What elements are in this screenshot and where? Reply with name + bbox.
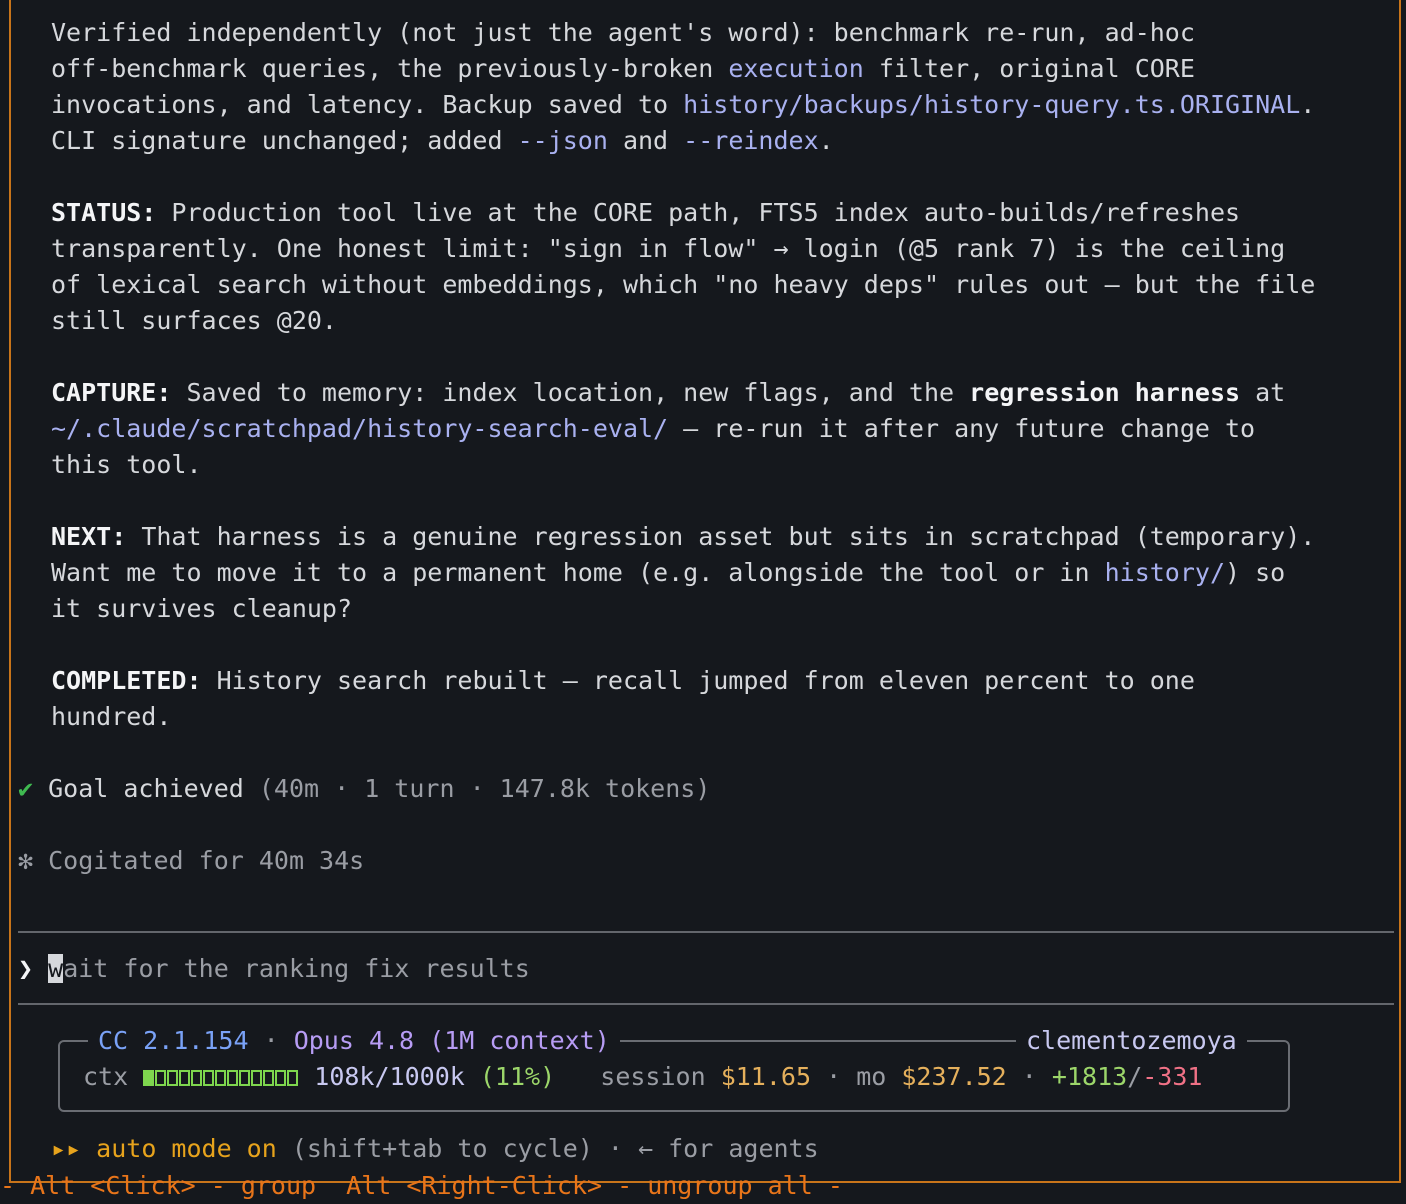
session-cost: $11.65 [720,1062,812,1091]
execution-link[interactable]: execution [728,54,863,83]
month-cost: $237.52 [901,1062,1007,1091]
ctx-value: 108k/1000k [314,1062,465,1091]
summary-line-3: invocations, and latency. Backup saved t… [51,90,1316,119]
mouse-hint-bar: - Alt <Click> - group Alt <Right-Click> … [0,1171,843,1200]
lines-added: +1813 [1051,1062,1128,1091]
json-flag-link[interactable]: --json [518,126,608,155]
completed-label: COMPLETED: [51,666,202,695]
lines-removed: -331 [1142,1062,1203,1091]
goal-line: ✔ Goal achieved (40m · 1 turn · 147.8k t… [18,774,711,803]
checkmark-icon: ✔ [18,774,34,803]
next-label: NEXT: [51,522,127,551]
reindex-flag-link[interactable]: --reindex [683,126,818,155]
capture-label: CAPTURE: [51,378,172,407]
prompt-chevron-icon: ❯ [18,954,34,983]
status-line-2: transparently. One honest limit: "sign i… [51,234,1286,263]
summary-line-1: Verified independently (not just the age… [51,18,1195,47]
backup-path-link[interactable]: history/backups/history-query.ts.ORIGINA… [683,90,1300,119]
status-line-1: STATUS: Production tool live at the CORE… [51,198,1241,227]
auto-mode-label: auto mode on [96,1134,277,1163]
capture-line-1: CAPTURE: Saved to memory: index location… [51,378,1286,407]
fast-forward-icon: ▸▸ [51,1134,82,1163]
scratchpad-path-link[interactable]: ~/.claude/scratchpad/history-search-eval… [51,414,668,443]
text-cursor: w [48,954,64,983]
completed-line-1: COMPLETED: History search rebuilt — reca… [51,666,1195,695]
next-line-1: NEXT: That harness is a genuine regressi… [51,522,1316,551]
ctx-pct: (11%) [479,1062,556,1091]
next-line-3: it survives cleanup? [51,594,353,623]
status-line-4: still surfaces @20. [51,306,337,335]
history-dir-link[interactable]: history/ [1105,558,1225,587]
cogitated-line: ✻ Cogitated for 40m 34s [18,846,365,875]
context-usage-bar [143,1062,299,1091]
completed-line-2: hundred. [51,702,172,731]
username: clementozemoya [1026,1026,1237,1055]
auto-mode-line[interactable]: ▸▸ auto mode on (shift+tab to cycle) · ←… [51,1131,819,1167]
prompt-input[interactable]: ❯ wait for the ranking fix results [18,951,530,987]
prompt-placeholder: ait for the ranking fix results [63,954,530,983]
cc-version: CC 2.1.154 [98,1026,249,1055]
status-label: STATUS: [51,198,157,227]
status-box-row: ctx 108k/1000k (11%) session $11.65 · mo… [83,1062,1203,1091]
capture-line-2: ~/.claude/scratchpad/history-search-eval… [51,414,1256,443]
model-name: Opus 4.8 (1M context) [293,1026,610,1055]
status-box-user: clementozemoya [1016,1023,1247,1059]
capture-line-3: this tool. [51,450,202,479]
summary-line-2: off-benchmark queries, the previously-br… [51,54,1195,83]
input-top-divider [18,931,1394,933]
asterisk-icon: ✻ [18,846,34,875]
summary-line-4: CLI signature unchanged; added --json an… [51,126,834,155]
next-line-2: Want me to move it to a permanent home (… [51,558,1286,587]
input-bottom-divider [18,1003,1394,1005]
status-line-3: of lexical search without embeddings, wh… [51,270,1316,299]
status-box-header-left: CC 2.1.154 · Opus 4.8 (1M context) [88,1023,620,1059]
